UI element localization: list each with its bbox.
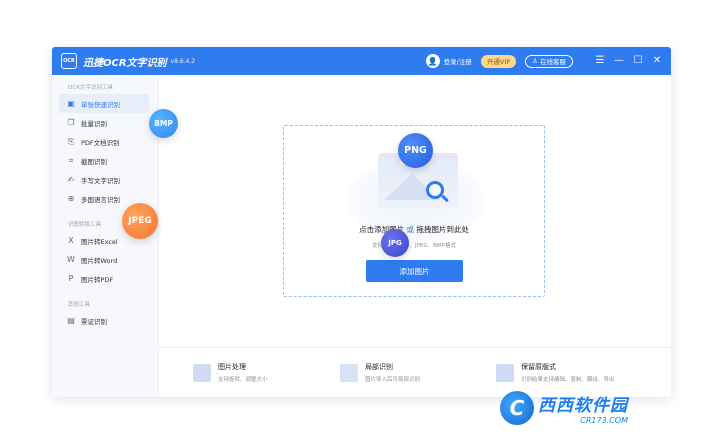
sidebar-item-label: 票证识别 bbox=[81, 317, 107, 326]
sidebar-item[interactable]: ❐ 批量识别 bbox=[52, 113, 158, 132]
title-bar: OCR 迅捷OCR文字识别 v8.6.4.2 👤 登录/注册 开通VIP ♙ 在… bbox=[52, 47, 671, 75]
feature-icon bbox=[340, 364, 358, 382]
feature-desc: 支持旋转、调整大小 bbox=[218, 377, 268, 383]
pdf-file-icon: P bbox=[68, 273, 74, 283]
sidebar-item-label: 多国语言识别 bbox=[81, 195, 120, 204]
feature-item: 保留原版式识别结果支持编辑、复制、翻译、导出 bbox=[496, 362, 615, 383]
watermark-text: 西西软件园 CR173.COM bbox=[538, 391, 628, 425]
pdf-icon: ⎘ bbox=[67, 136, 75, 146]
pen-icon: ✍ bbox=[67, 174, 75, 184]
word-icon: W bbox=[67, 254, 75, 264]
main-content: 点击添加图片 或 拖拽图片到此处 支持PNG、JPG、JPEG、BMP格式 添加… bbox=[159, 75, 671, 397]
sidebar-item[interactable]: ⌗ 截图识别 bbox=[52, 151, 158, 170]
app-logo-icon: OCR bbox=[61, 53, 77, 69]
sidebar-item[interactable]: P 图片转PDF bbox=[52, 269, 158, 288]
feature-item: 局部识别图片导入后可局部识别 bbox=[340, 362, 420, 383]
title-bar-actions: 👤 登录/注册 开通VIP ♙ 在线客服 ☰ — ☐ ✕ bbox=[425, 47, 663, 75]
vip-button[interactable]: 开通VIP bbox=[480, 54, 517, 68]
crop-icon: ⌗ bbox=[68, 155, 74, 165]
sidebar-item-label: 图片转PDF bbox=[81, 275, 114, 284]
sidebar-item[interactable]: ✍ 手写文字识别 bbox=[52, 170, 158, 189]
user-avatar-icon[interactable]: 👤 bbox=[425, 54, 440, 68]
globe-icon: ⊕ bbox=[67, 193, 75, 203]
sidebar-item-label: 手写文字识别 bbox=[81, 176, 120, 185]
supported-formats: 支持PNG、JPG、JPEG、BMP格式 bbox=[372, 243, 456, 249]
feature-item: 图片处理支持旋转、调整大小 bbox=[193, 362, 268, 383]
logo-text: OCR bbox=[63, 58, 75, 64]
sidebar-item[interactable]: W 图片转Word bbox=[52, 250, 158, 269]
sidebar-item-label: 截图识别 bbox=[81, 157, 107, 166]
feature-desc: 图片导入后可局部识别 bbox=[365, 377, 421, 383]
sidebar-item-label: 图片转Word bbox=[81, 256, 118, 265]
bmp-badge: BMP bbox=[149, 109, 178, 138]
feature-text: 局部识别图片导入后可局部识别 bbox=[365, 362, 420, 383]
minimize-icon[interactable]: — bbox=[613, 55, 625, 67]
feature-text: 保留原版式识别结果支持编辑、复制、翻译、导出 bbox=[521, 362, 615, 383]
sidebar-item-label: PDF文档识别 bbox=[81, 138, 120, 147]
sidebar-item[interactable]: ⎘ PDF文档识别 bbox=[52, 132, 158, 151]
jpeg-badge: JPEG bbox=[122, 203, 158, 239]
watermark-main: 西西软件园 bbox=[538, 396, 628, 416]
image-edit-icon: ▣ bbox=[67, 98, 75, 108]
menu-icon[interactable]: ☰ bbox=[594, 55, 606, 67]
title-or: 或 bbox=[406, 225, 415, 234]
sidebar-item-label: 图片转Excel bbox=[81, 237, 118, 246]
feature-desc: 识别结果支持编辑、复制、翻译、导出 bbox=[521, 377, 615, 383]
add-image-button[interactable]: 添加图片 bbox=[366, 260, 463, 282]
login-link[interactable]: 登录/注册 bbox=[444, 56, 472, 66]
dropzone-title: 点击添加图片 或 拖拽图片到此处 bbox=[284, 224, 544, 235]
sidebar-section-title: OCR文字识别工具 bbox=[68, 85, 113, 91]
maximize-icon[interactable]: ☐ bbox=[632, 55, 644, 67]
feature-title: 局部识别 bbox=[365, 363, 393, 371]
feature-title: 保留原版式 bbox=[521, 363, 556, 371]
close-icon[interactable]: ✕ bbox=[651, 55, 663, 67]
watermark: C 西西软件园 CR173.COM bbox=[500, 388, 682, 428]
ticket-icon: ▤ bbox=[67, 315, 75, 325]
headset-icon: ♙ bbox=[532, 57, 538, 65]
layers-icon: ❐ bbox=[67, 117, 75, 127]
watermark-logo: C bbox=[500, 391, 534, 425]
feature-text: 图片处理支持旋转、调整大小 bbox=[218, 362, 268, 383]
customer-service-button[interactable]: ♙ 在线客服 bbox=[525, 54, 573, 68]
sidebar-section-title: 其他工具 bbox=[68, 302, 91, 308]
feature-icon bbox=[193, 364, 211, 382]
sidebar-item[interactable]: ▣ 单张快速识别 bbox=[59, 94, 149, 113]
title-drag-here: 拖拽图片到此处 bbox=[416, 225, 469, 234]
watermark-sub: CR173.COM bbox=[580, 416, 628, 425]
sidebar-item-label: 单张快速识别 bbox=[81, 100, 120, 109]
service-label: 在线客服 bbox=[540, 58, 566, 66]
vip-label: 开通VIP bbox=[486, 58, 511, 66]
feature-title: 图片处理 bbox=[218, 363, 246, 371]
jpg-badge: JPG bbox=[381, 229, 409, 257]
feature-icon bbox=[496, 364, 514, 382]
notification-dot bbox=[603, 55, 606, 58]
app-version: v8.6.4.2 bbox=[170, 57, 196, 65]
app-title: 迅捷OCR文字识别 bbox=[83, 57, 167, 69]
sidebar-item-label: 批量识别 bbox=[81, 119, 107, 128]
sidebar-item[interactable]: ▤ 票证识别 bbox=[52, 311, 158, 330]
excel-icon: X bbox=[68, 235, 74, 245]
png-badge: PNG bbox=[398, 133, 433, 168]
